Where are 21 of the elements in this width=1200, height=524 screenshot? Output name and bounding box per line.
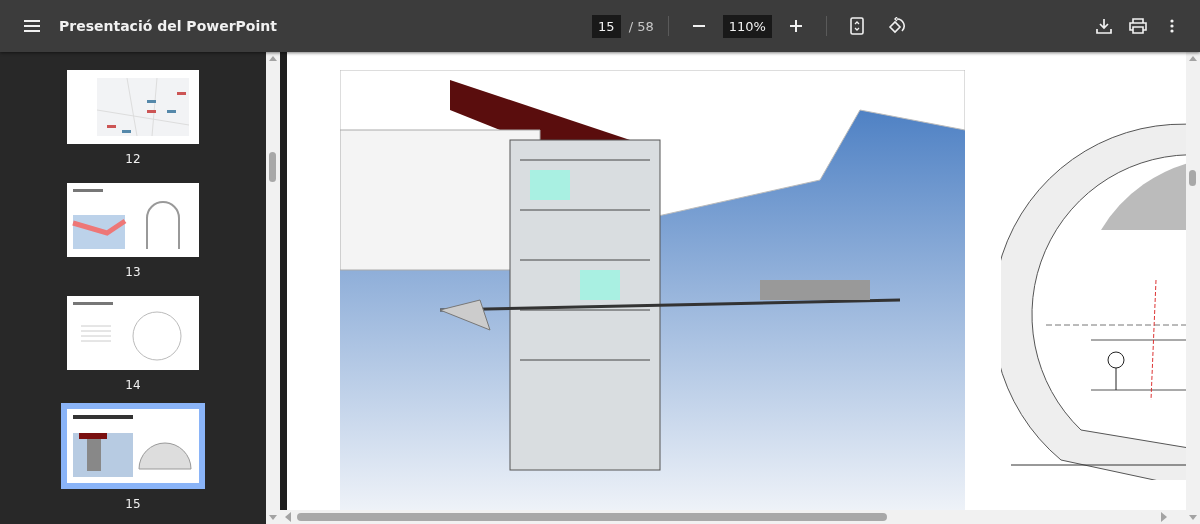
page-total: / 58 — [628, 18, 654, 34]
slide-number: 13 — [125, 265, 141, 279]
page-number-field[interactable]: 15 — [592, 14, 621, 38]
slide-number: 15 — [125, 497, 141, 511]
scroll-right-icon[interactable] — [1160, 512, 1168, 522]
slide-thumbnail[interactable] — [61, 403, 205, 489]
scroll-down-icon[interactable] — [269, 513, 277, 521]
slide-number: 14 — [125, 378, 141, 392]
scrollbar-thumb[interactable] — [269, 152, 276, 182]
horizontal-scrollbar-thumb[interactable] — [297, 513, 887, 521]
slide-thumbnail[interactable] — [67, 70, 199, 144]
scrollbar-thumb[interactable] — [1189, 170, 1196, 186]
scroll-up-icon[interactable] — [1189, 55, 1197, 63]
scroll-up-icon[interactable] — [269, 55, 277, 63]
slide-thumbnail[interactable] — [67, 296, 199, 370]
zoom-field[interactable]: 110% — [722, 14, 772, 38]
scroll-left-icon[interactable] — [284, 512, 292, 522]
document-title: Presentació del PowerPoint — [59, 18, 277, 34]
slide-thumbnail[interactable] — [67, 183, 199, 257]
scroll-down-icon[interactable] — [1189, 513, 1197, 521]
slide-number: 12 — [125, 152, 141, 166]
